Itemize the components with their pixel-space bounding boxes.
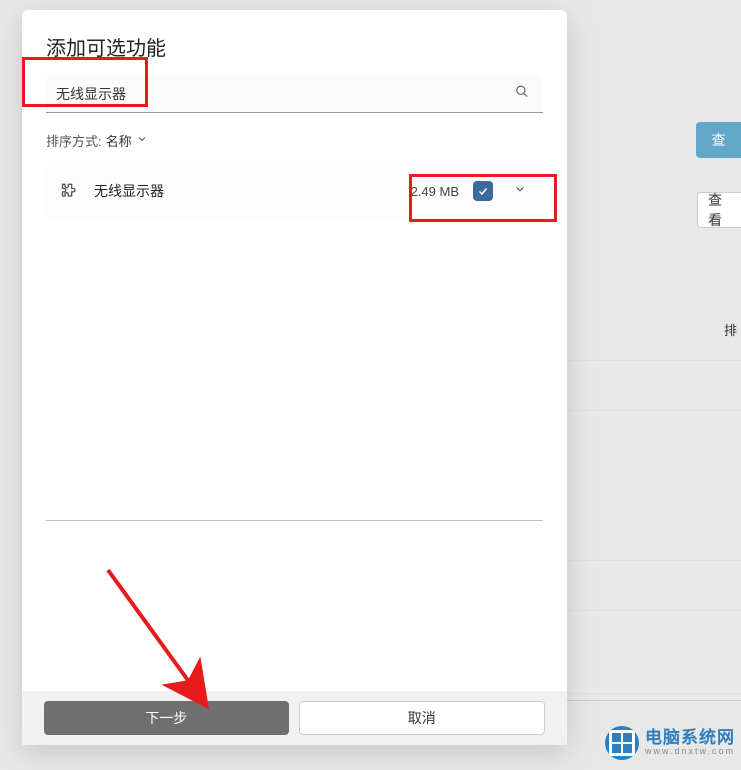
chevron-down-icon[interactable] bbox=[513, 182, 527, 201]
dialog-title: 添加可选功能 bbox=[46, 32, 543, 61]
dialog-body: 添加可选功能 排序方式: 名称 bbox=[22, 10, 567, 691]
feature-checkbox[interactable] bbox=[473, 181, 493, 201]
watermark-cn: 电脑系统网 bbox=[645, 729, 735, 748]
next-button[interactable]: 下一步 bbox=[44, 701, 289, 735]
feature-size: 2.49 MB bbox=[411, 184, 459, 199]
cancel-button[interactable]: 取消 bbox=[299, 701, 546, 735]
search-wrapper bbox=[46, 75, 543, 113]
puzzle-icon bbox=[60, 181, 80, 201]
feature-name: 无线显示器 bbox=[94, 181, 397, 201]
sort-row[interactable]: 排序方式: 名称 bbox=[46, 131, 543, 150]
chevron-down-icon bbox=[136, 133, 148, 148]
search-input[interactable] bbox=[46, 75, 543, 113]
divider bbox=[46, 520, 543, 521]
watermark: 电脑系统网 www.dnxtw.com bbox=[605, 726, 735, 760]
sort-value: 名称 bbox=[106, 131, 132, 150]
watermark-logo-icon bbox=[605, 726, 639, 760]
bg-button-view-1: 查 bbox=[696, 122, 741, 158]
add-optional-features-dialog: 添加可选功能 排序方式: 名称 bbox=[22, 10, 567, 745]
bg-sort-text: 排 bbox=[724, 320, 737, 339]
sort-label: 排序方式: bbox=[46, 131, 102, 150]
feature-item[interactable]: 无线显示器 2.49 MB bbox=[46, 162, 543, 220]
watermark-text: 电脑系统网 www.dnxtw.com bbox=[645, 729, 735, 758]
watermark-en: www.dnxtw.com bbox=[645, 747, 735, 757]
dialog-footer: 下一步 取消 bbox=[22, 691, 567, 745]
bg-button-view-2: 查看 bbox=[697, 192, 741, 228]
